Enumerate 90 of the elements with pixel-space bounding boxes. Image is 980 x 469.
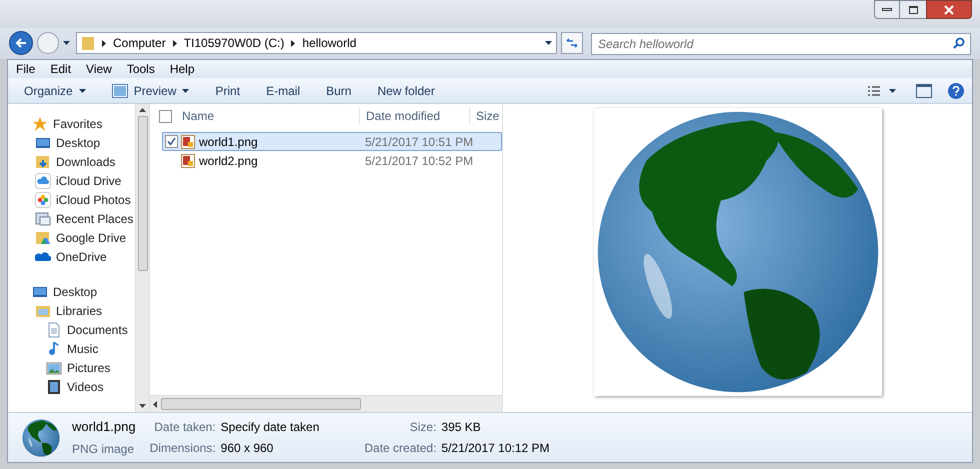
- search-field[interactable]: Search helloworld: [591, 33, 971, 56]
- breadcrumb[interactable]: helloworld: [302, 34, 356, 52]
- nav-item[interactable]: Pictures: [67, 358, 110, 376]
- nav-item[interactable]: Libraries: [56, 302, 102, 320]
- recent-places-icon: [35, 210, 51, 226]
- list-view-icon: [867, 84, 881, 96]
- scroll-left-icon[interactable]: [153, 400, 157, 408]
- scroll-up-icon[interactable]: [139, 108, 146, 112]
- refresh-arrows-icon: [565, 37, 579, 50]
- minimize-button[interactable]: [874, 0, 900, 19]
- breadcrumb-arrow-icon: [102, 40, 106, 47]
- file-row[interactable]: world2.png 5/21/2017 10:52 PM: [162, 151, 502, 170]
- date-modified: 5/21/2017 10:52 PM: [365, 152, 474, 170]
- vertical-scrollbar[interactable]: [135, 104, 149, 412]
- document-icon: [46, 322, 62, 338]
- breadcrumb-arrow-icon: [291, 40, 296, 47]
- file-name: world2.png: [199, 152, 258, 170]
- refresh-button[interactable]: [561, 32, 583, 54]
- menu-item[interactable]: Tools: [126, 60, 155, 78]
- details-value: 5/21/2017 10:12 PM: [441, 440, 550, 457]
- nav-item[interactable]: Desktop: [53, 282, 98, 300]
- music-note-icon: [46, 340, 62, 356]
- menu-item[interactable]: Help: [170, 60, 195, 78]
- restore-button[interactable]: [900, 0, 926, 19]
- column-header[interactable]: Size: [470, 107, 500, 125]
- film-icon: [46, 378, 62, 394]
- nav-item[interactable]: Music: [67, 340, 98, 358]
- details-file-name: world1.png: [72, 418, 136, 436]
- star-icon: [32, 116, 48, 132]
- back-arrow-icon: [15, 37, 27, 50]
- nav-item[interactable]: Google Drive: [56, 228, 126, 246]
- image-file-icon: [181, 154, 195, 168]
- breadcrumb[interactable]: Computer: [113, 34, 166, 52]
- details-label: Size:: [408, 419, 436, 436]
- address-dropdown-icon: [545, 41, 552, 46]
- details-file-type: PNG image: [72, 440, 136, 458]
- toolbar-button[interactable]: Burn: [318, 80, 360, 102]
- column-header[interactable]: Name: [180, 107, 360, 125]
- toolbar-button[interactable]: Preview: [104, 80, 198, 102]
- details-value: Specify date taken: [220, 419, 320, 436]
- dropdown-caret-icon: [78, 88, 86, 92]
- nav-item[interactable]: Downloads: [56, 152, 116, 170]
- column-header[interactable]: Date modified: [360, 107, 470, 125]
- details-label: Date taken:: [153, 419, 216, 436]
- help-button[interactable]: [948, 82, 964, 98]
- preview-pane-button[interactable]: [916, 84, 932, 98]
- scroll-down-icon[interactable]: [139, 404, 146, 408]
- nav-item[interactable]: Desktop: [56, 134, 100, 152]
- preview-icon: [112, 84, 128, 98]
- details-value: 395 KB: [441, 419, 482, 436]
- back-button[interactable]: [9, 31, 33, 56]
- landscape-icon: [46, 360, 62, 376]
- details-label: Dimensions:: [150, 440, 216, 457]
- breadcrumb-arrow-icon: [172, 40, 177, 47]
- checkbox[interactable]: [164, 135, 178, 148]
- toolbar-button[interactable]: E-mail: [258, 80, 308, 102]
- dropdown-caret-icon: [889, 88, 896, 92]
- menu-item[interactable]: File: [16, 60, 36, 78]
- folder-icon: [81, 35, 95, 52]
- menu-item[interactable]: View: [86, 60, 112, 78]
- nav-item[interactable]: iCloud Drive: [56, 172, 122, 190]
- menu-item[interactable]: Edit: [50, 60, 72, 78]
- nav-item[interactable]: Videos: [67, 378, 104, 396]
- search-icon: [953, 37, 965, 50]
- history-caret-icon: [63, 41, 70, 46]
- cloud-icon: [35, 172, 51, 188]
- close-button[interactable]: [926, 0, 972, 19]
- toolbar-button[interactable]: New folder: [369, 80, 443, 102]
- nav-item[interactable]: Recent Places: [56, 210, 134, 228]
- details-value: 960 x 960: [220, 440, 274, 457]
- dropdown-caret-icon: [182, 88, 190, 92]
- breadcrumb[interactable]: TI105970W0D (C:): [184, 34, 284, 52]
- file-row[interactable]: world1.png 5/21/2017 10:51 PM: [162, 132, 502, 151]
- nav-item[interactable]: iCloud Photos: [56, 190, 131, 208]
- nav-item[interactable]: Favorites: [53, 114, 102, 132]
- date-modified: 5/21/2017 10:51 PM: [365, 134, 474, 150]
- horizontal-scrollbar[interactable]: [150, 395, 502, 412]
- file-name: world1.png: [199, 134, 258, 150]
- nav-item[interactable]: OneDrive: [56, 248, 107, 266]
- question-mark-icon: [952, 86, 960, 96]
- nav-item[interactable]: Documents: [67, 320, 128, 338]
- image-file-icon: [181, 134, 195, 148]
- close-icon: [944, 4, 954, 14]
- toolbar-button[interactable]: Organize: [16, 80, 94, 102]
- toolbar-button[interactable]: Print: [207, 80, 248, 102]
- details-label: Date created:: [364, 440, 436, 457]
- address-bar[interactable]: Computer TI105970W0D (C:) helloworld: [76, 32, 557, 54]
- flower-icon: [35, 192, 51, 208]
- thumbnail-drawing: [22, 418, 60, 456]
- checkbox[interactable]: [158, 110, 172, 122]
